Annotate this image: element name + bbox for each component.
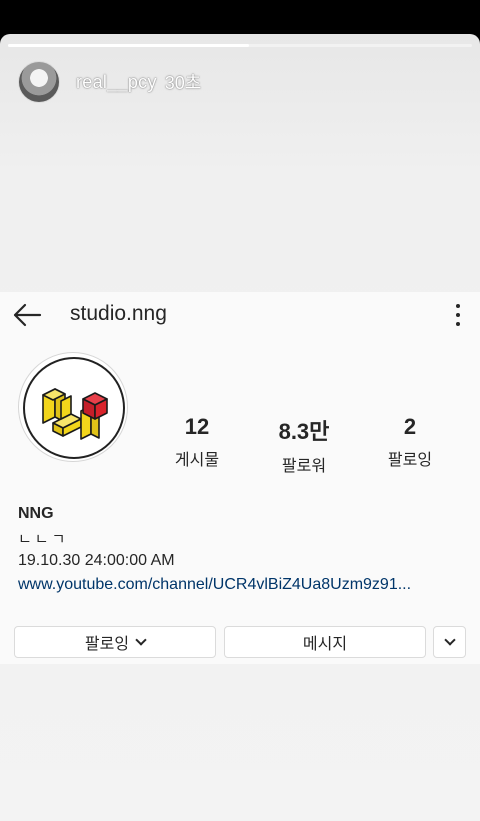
more-options-icon[interactable] (449, 304, 467, 326)
story-timestamp: 30초 (164, 73, 202, 93)
stat-following[interactable]: 2 팔로잉 (365, 414, 455, 470)
back-arrow-icon[interactable] (12, 302, 42, 328)
message-button-label: 메시지 (302, 636, 348, 653)
story-progress-fill (8, 44, 250, 47)
stat-posts-count: 12 (184, 414, 210, 439)
story-username[interactable]: real__pcy (76, 72, 157, 93)
stat-posts-label: 게시물 (174, 452, 220, 469)
suggested-dropdown-button[interactable] (433, 626, 466, 658)
chevron-down-icon (135, 634, 147, 646)
nng-logo (42, 388, 108, 440)
profile-bio: ㄴㄴㄱ (18, 531, 69, 548)
story-progress-bar (8, 44, 472, 47)
message-button[interactable]: 메시지 (224, 626, 426, 658)
story-header: real__pcy 30초 (18, 60, 201, 104)
profile-display-name: NNG (18, 505, 54, 522)
chevron-down-icon (443, 634, 456, 646)
stat-followers-count: 8.3만 (278, 419, 330, 444)
stat-posts[interactable]: 12 게시물 (152, 414, 242, 470)
story-viewer[interactable]: real__pcy 30초 studio.nng 12 게시물 8.3만 팔로워… (0, 34, 480, 821)
profile-screenshot: studio.nng 12 게시물 8.3만 팔로워 2 팔로잉 NNG ㄴㄴㄱ… (0, 292, 480, 664)
profile-link[interactable]: www.youtube.com/channel/UCR4vlBiZ4Ua8Uzm… (18, 576, 458, 594)
stat-followers-label: 팔로워 (281, 458, 327, 475)
following-button-label: 팔로잉 (84, 636, 130, 653)
profile-avatar[interactable] (18, 352, 128, 462)
stat-following-label: 팔로잉 (387, 452, 433, 469)
profile-date-text: 19.10.30 24:00:00 AM (18, 552, 175, 569)
stat-followers[interactable]: 8.3만 팔로워 (259, 414, 349, 476)
following-button[interactable]: 팔로잉 (14, 626, 216, 658)
story-avatar[interactable] (18, 61, 60, 103)
profile-username: studio.nng (70, 302, 167, 325)
stat-following-count: 2 (403, 414, 417, 439)
